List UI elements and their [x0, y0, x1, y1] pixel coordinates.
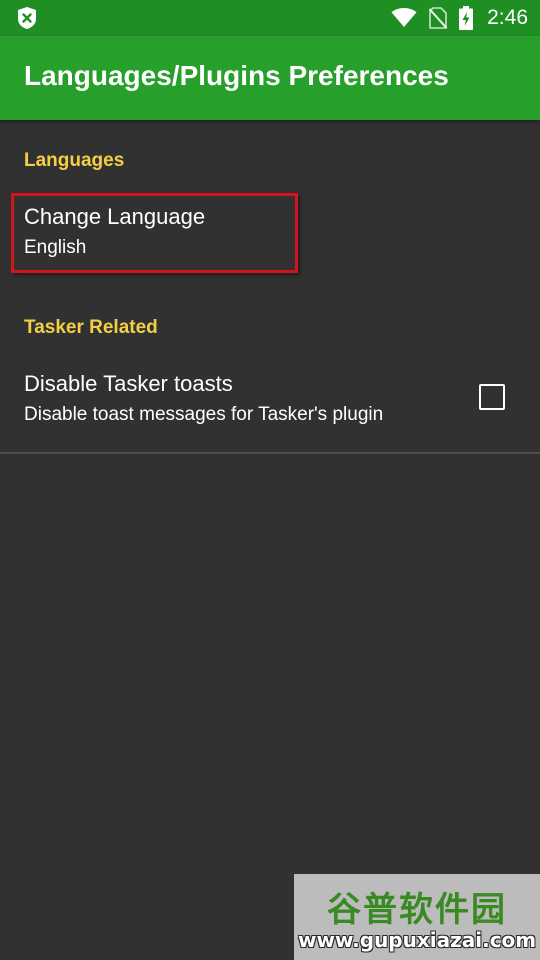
- watermark: 谷普软件园 www.gupuxiazai.com: [294, 874, 540, 960]
- page-title: Languages/Plugins Preferences: [24, 60, 449, 91]
- app-bar: Languages/Plugins Preferences: [0, 36, 540, 120]
- pref-disable-tasker-toasts-title[interactable]: Disable Tasker toasts: [24, 371, 233, 397]
- divider: [0, 452, 540, 454]
- highlight-annotation-box: [11, 193, 298, 273]
- status-time: 2:46: [487, 6, 528, 29]
- preferences-screen: 2:46 Languages/Plugins Preferences Langu…: [0, 0, 540, 960]
- pref-disable-tasker-toasts[interactable]: [0, 355, 540, 450]
- watermark-url: www.gupuxiazai.com: [298, 928, 537, 952]
- app-notification-icon: [18, 7, 36, 29]
- category-tasker-related: Tasker Related: [24, 317, 158, 338]
- status-icons: 2:46: [391, 0, 528, 36]
- status-bar: 2:46: [0, 0, 540, 36]
- watermark-logo-text: 谷普软件园: [327, 890, 507, 930]
- no-sim-icon: [429, 7, 448, 29]
- disable-tasker-toasts-checkbox[interactable]: [479, 384, 505, 410]
- pref-disable-tasker-toasts-summary: Disable toast messages for Tasker's plug…: [24, 404, 384, 425]
- wifi-icon: [391, 8, 417, 27]
- battery-charging-icon: [459, 6, 474, 30]
- category-languages: Languages: [24, 150, 125, 171]
